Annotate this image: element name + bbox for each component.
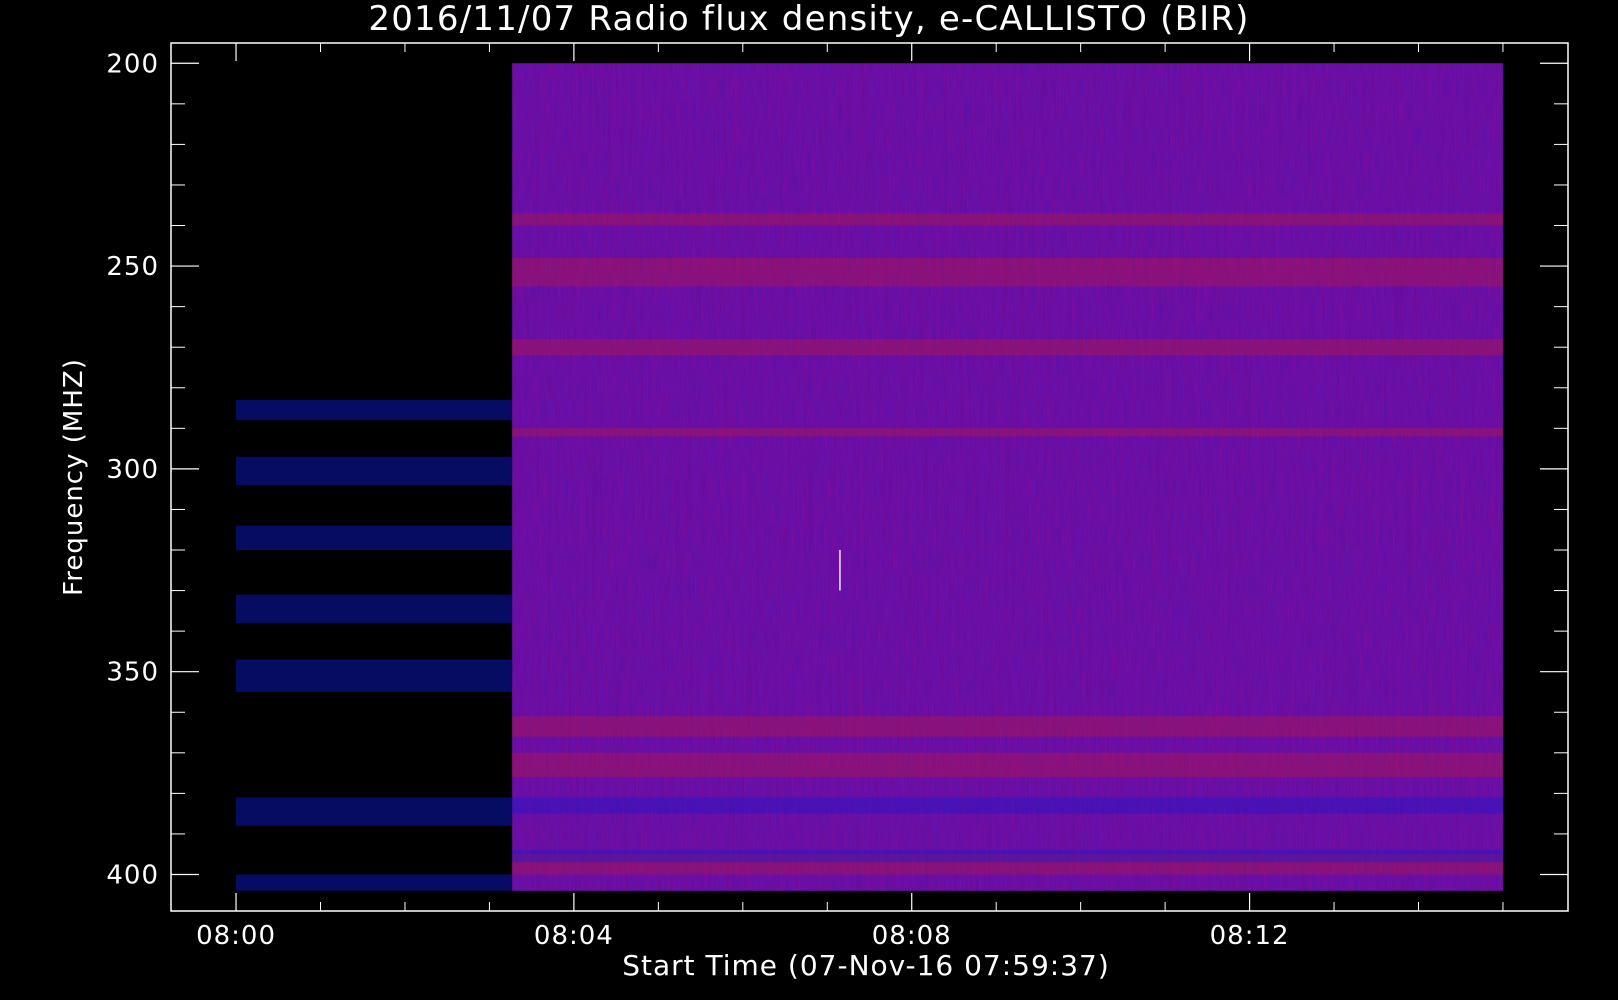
spectrogram-chart: 08:00 08:04 08:08 08:12 200 250 300 350 400 201…	[0, 0, 1618, 1000]
pre-observation-band	[236, 399, 513, 421]
x-tick-label: 08:08	[872, 921, 952, 951]
y-tick-label: 400	[106, 860, 159, 890]
chart-title: 2016/11/07 Radio flux density, e-CALLIST…	[368, 0, 1249, 39]
emission-band	[512, 257, 1503, 287]
y-tick-label: 300	[106, 455, 159, 485]
y-tick-label: 350	[106, 658, 159, 688]
pre-observation-band	[236, 594, 513, 624]
x-tick-label: 08:00	[196, 921, 276, 951]
emission-band	[512, 339, 1503, 356]
emission-band	[512, 752, 1503, 778]
absorption-band	[512, 797, 1503, 814]
emission-band	[512, 428, 1503, 437]
emission-band	[512, 716, 1503, 737]
y-tick-label: 250	[106, 252, 159, 282]
pre-observation-band	[236, 456, 513, 486]
pre-observation-band	[236, 874, 513, 891]
y-axis-label: Frequency (MHZ)	[59, 358, 89, 596]
pre-observation-band	[236, 659, 513, 692]
pre-observation-band	[236, 797, 513, 826]
absorption-band	[512, 850, 1503, 863]
pre-observation-band	[236, 525, 513, 551]
x-tick-label: 08:12	[1210, 921, 1290, 951]
emission-band	[512, 213, 1503, 226]
x-tick-label: 08:04	[534, 921, 614, 951]
x-axis-label: Start Time (07-Nov-16 07:59:37)	[622, 949, 1110, 982]
y-tick-label: 200	[106, 49, 159, 79]
